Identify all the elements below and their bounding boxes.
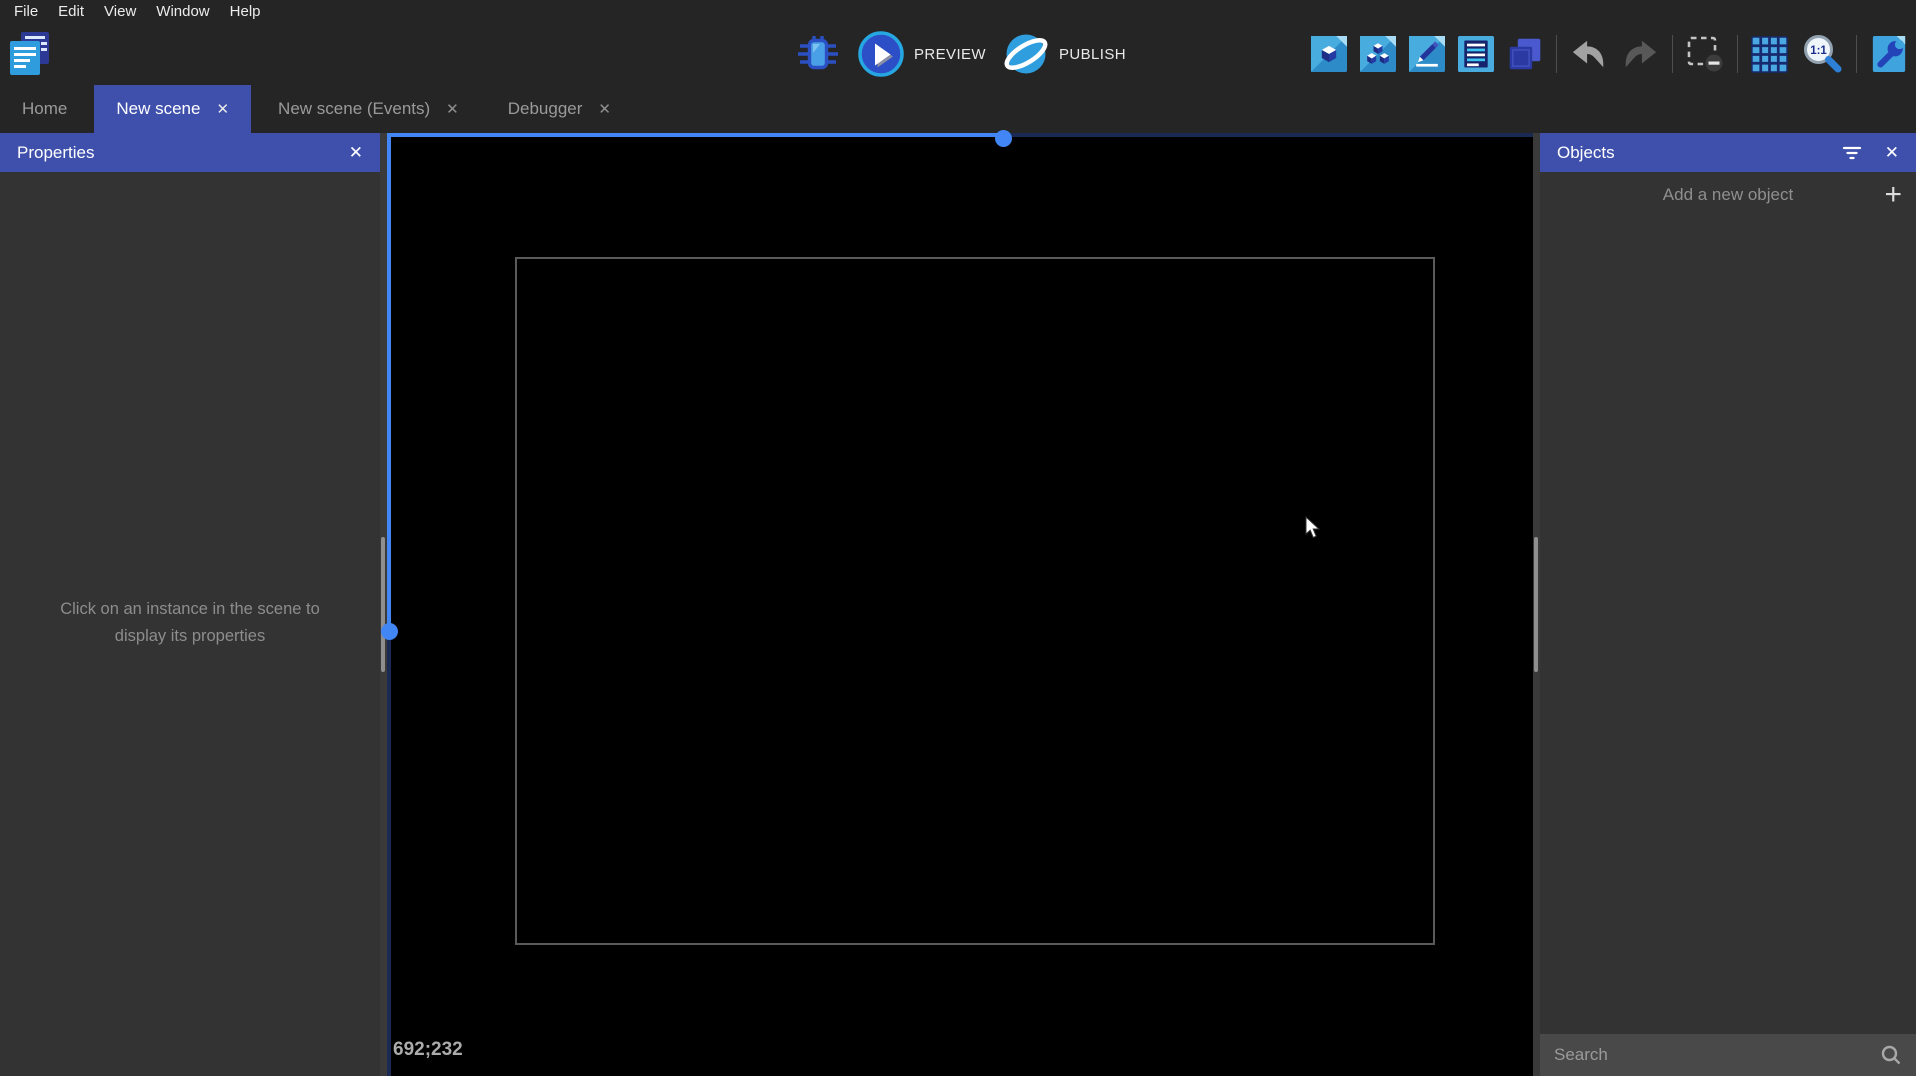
filter-icon[interactable] [1841,144,1863,162]
redo-icon [1625,40,1657,68]
undo-icon [1572,40,1604,68]
debug-button[interactable] [795,34,841,74]
open-objects-editor-button[interactable] [1311,36,1347,72]
objects-panel-header: Objects ✕ [1540,133,1916,172]
preview-label: PREVIEW [914,45,986,63]
publish-button[interactable]: PUBLISH [1002,30,1126,78]
toolbar-center-group: PREVIEW PUBLISH [795,23,1126,85]
vertical-scrollbar-fill[interactable] [387,133,391,633]
open-properties-icon [1409,36,1445,72]
main-area: Properties ✕ Click on an instance in the… [0,130,1916,1076]
tab-home[interactable]: Home [0,85,89,133]
toolbar-separator [1737,35,1738,73]
redo-button[interactable] [1621,38,1659,70]
svg-text:1:1: 1:1 [1810,45,1827,57]
cursor-coordinates-label: 692;232 [393,1039,463,1060]
project-manager-icon [10,32,49,75]
open-layers-button[interactable] [1507,36,1543,72]
tab-close-icon[interactable]: ✕ [446,100,459,118]
game-resolution-frame [515,257,1435,945]
properties-panel-title: Properties [17,142,95,162]
tab-label: New scene (Events) [278,99,431,118]
objects-panel: Objects ✕ Add a new object + [1540,133,1916,1076]
clear-selection-button[interactable] [1686,35,1724,73]
debug-icon [798,36,838,70]
horizontal-scrollbar-thumb[interactable] [995,130,1012,147]
add-object-plus-icon[interactable]: + [1884,180,1902,210]
tab-label: Debugger [507,99,583,118]
project-manager-button[interactable] [8,30,52,78]
tab-bar: Home New scene ✕ New scene (Events) ✕ De… [0,85,1916,133]
zoom-1-1-button[interactable]: 1:1 [1801,33,1843,75]
open-object-groups-icon [1360,36,1396,72]
toolbar-separator [1672,35,1673,73]
left-divider-grab-handle[interactable] [381,537,385,672]
publish-globe-icon [1004,34,1048,74]
properties-empty-message: Click on an instance in the scene to dis… [0,596,380,650]
tab-new-scene-events[interactable]: New scene (Events) ✕ [256,85,481,133]
menu-help[interactable]: Help [220,0,271,23]
right-divider-grab-handle[interactable] [1534,537,1538,672]
search-icon [1881,1045,1901,1065]
menu-window[interactable]: Window [146,0,219,23]
publish-label: PUBLISH [1058,45,1126,63]
toolbar-right-group: 1:1 [1311,23,1908,85]
toggle-grid-button[interactable] [1751,35,1788,73]
menu-edit[interactable]: Edit [48,0,94,23]
open-instances-list-icon [1458,36,1494,72]
objects-close-icon[interactable]: ✕ [1885,144,1899,161]
toolbar-separator [1556,35,1557,73]
preview-play-icon [858,31,904,77]
gdevelop-window: File Edit View Window Help PREVIEW PUBLI… [0,0,1916,1076]
menu-view[interactable]: View [94,0,146,23]
tab-new-scene[interactable]: New scene ✕ [94,85,252,133]
add-object-label[interactable]: Add a new object [1540,172,1916,218]
properties-empty-message-text: Click on an instance in the scene to dis… [60,600,320,645]
project-settings-icon [1872,35,1906,73]
toggle-grid-icon [1751,35,1788,73]
toolbar: PREVIEW PUBLISH 1:1 [0,23,1916,85]
tab-label: New scene [116,99,201,118]
menu-file[interactable]: File [4,0,48,23]
zoom-1-1-icon: 1:1 [1804,35,1842,73]
horizontal-scrollbar-fill[interactable] [387,133,1003,137]
open-properties-button[interactable] [1409,36,1445,72]
objects-search-input[interactable] [1554,1045,1870,1065]
toolbar-separator [1856,35,1857,73]
vertical-scrollbar-thumb[interactable] [381,623,398,640]
properties-panel: Properties ✕ Click on an instance in the… [0,133,380,1076]
properties-close-icon[interactable]: ✕ [349,144,363,161]
scene-canvas[interactable]: 692;232 [381,130,1533,1076]
open-instances-list-button[interactable] [1458,36,1494,72]
right-panel-resize-divider[interactable] [1533,133,1540,1076]
objects-panel-title: Objects [1557,142,1615,162]
left-panel-resize-divider[interactable] [380,133,387,1076]
tab-close-icon[interactable]: ✕ [216,100,229,118]
open-objects-editor-icon [1311,36,1347,72]
mouse-cursor-icon [1305,516,1321,539]
undo-button[interactable] [1570,38,1608,70]
properties-panel-header: Properties ✕ [0,133,380,172]
tab-debugger[interactable]: Debugger ✕ [486,85,633,133]
clear-selection-icon [1687,36,1723,72]
tab-label: Home [22,99,68,118]
menu-bar: File Edit View Window Help [0,0,1916,23]
add-object-row[interactable]: Add a new object + [1540,172,1916,218]
open-object-groups-button[interactable] [1360,36,1396,72]
open-layers-icon [1509,38,1541,70]
tab-close-icon[interactable]: ✕ [598,100,611,118]
project-settings-button[interactable] [1870,34,1908,74]
objects-search-bar [1540,1034,1916,1076]
preview-button[interactable]: PREVIEW [857,30,986,78]
